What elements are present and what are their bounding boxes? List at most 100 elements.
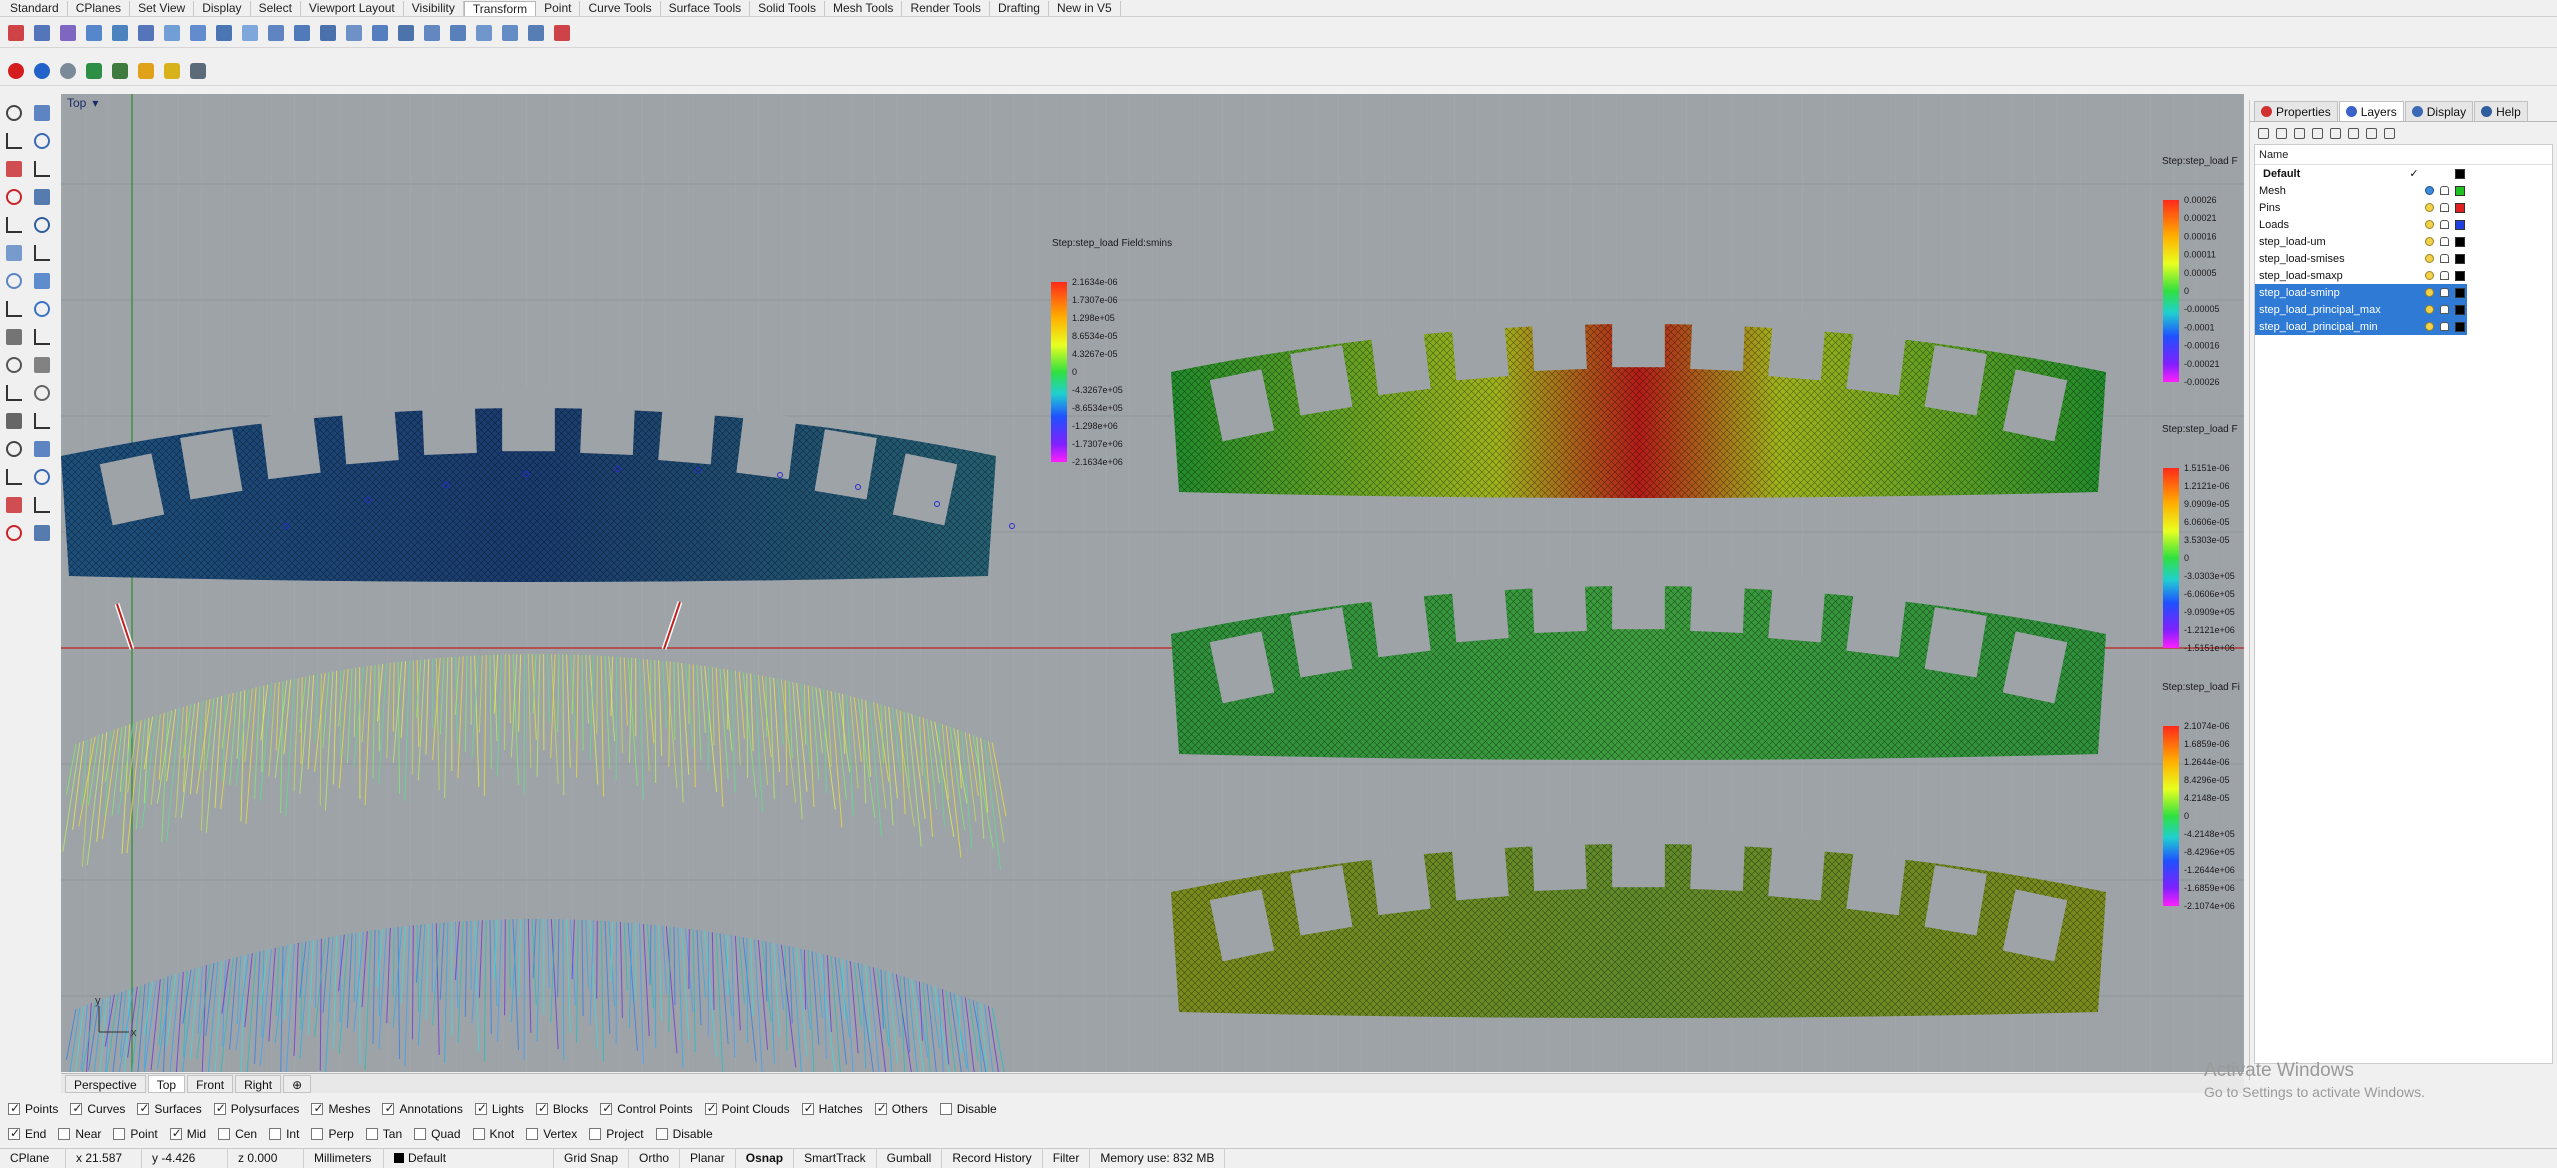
filters-row2-vertex[interactable]: Vertex bbox=[526, 1127, 577, 1141]
checkbox[interactable] bbox=[8, 1128, 20, 1140]
checkbox[interactable] bbox=[600, 1103, 612, 1115]
polygon-icon[interactable] bbox=[2, 213, 26, 237]
lock-icon[interactable] bbox=[2440, 254, 2449, 263]
layer-name[interactable]: step_load-sminp bbox=[2259, 287, 2403, 299]
tab-set-view[interactable]: Set View bbox=[130, 1, 194, 16]
layer-color-swatch[interactable] bbox=[2455, 220, 2465, 230]
tab-drafting[interactable]: Drafting bbox=[990, 1, 1049, 16]
checkbox[interactable] bbox=[218, 1128, 230, 1140]
filters-row1-blocks[interactable]: Blocks bbox=[536, 1102, 588, 1116]
filter-toggle[interactable]: Filter bbox=[1043, 1149, 1091, 1168]
checkbox[interactable] bbox=[311, 1103, 323, 1115]
cylinder-icon[interactable] bbox=[2, 297, 26, 321]
splop-icon[interactable] bbox=[420, 21, 444, 45]
array-polar-icon[interactable] bbox=[212, 21, 236, 45]
cage-icon[interactable] bbox=[472, 21, 496, 45]
layer-row[interactable]: step_load_principal_max bbox=[2255, 301, 2467, 318]
filters-row2-cen[interactable]: Cen bbox=[218, 1127, 257, 1141]
move-icon[interactable] bbox=[4, 21, 28, 45]
tab-visibility[interactable]: Visibility bbox=[404, 1, 464, 16]
viewport-scene[interactable]: Step:step_load Field:smins2.1634e-061.73… bbox=[61, 94, 2244, 1072]
viewport-menu-caret[interactable]: ▾ bbox=[92, 96, 98, 110]
select-arrow-icon[interactable] bbox=[2, 101, 26, 125]
checkbox[interactable] bbox=[940, 1103, 952, 1115]
filter-icon[interactable] bbox=[2344, 124, 2362, 142]
checkbox[interactable] bbox=[536, 1103, 548, 1115]
layer-color-swatch[interactable] bbox=[2455, 169, 2465, 179]
dimension-icon[interactable] bbox=[2, 353, 26, 377]
sun-icon[interactable] bbox=[160, 59, 184, 83]
grid-array-icon[interactable] bbox=[2, 493, 26, 517]
layer-row[interactable]: step_load-smaxp bbox=[2255, 267, 2467, 284]
visibility-bulb-icon[interactable] bbox=[2425, 237, 2434, 246]
filters-row2-perp[interactable]: Perp bbox=[311, 1127, 353, 1141]
ellipse-icon[interactable] bbox=[2, 185, 26, 209]
filters-row2-end[interactable]: End bbox=[8, 1127, 46, 1141]
scale-1d-icon[interactable] bbox=[108, 21, 132, 45]
checkbox[interactable] bbox=[526, 1128, 538, 1140]
visibility-bulb-icon[interactable] bbox=[2425, 305, 2434, 314]
layer-name[interactable]: step_load-um bbox=[2259, 236, 2403, 248]
layer-color-swatch[interactable] bbox=[2455, 254, 2465, 264]
gumball-toggle[interactable]: Gumball bbox=[877, 1149, 943, 1168]
panel-tab-properties[interactable]: Properties bbox=[2254, 101, 2338, 121]
checkbox[interactable] bbox=[382, 1103, 394, 1115]
visibility-bulb-icon[interactable] bbox=[2425, 271, 2434, 280]
circle-icon[interactable] bbox=[2, 157, 26, 181]
up-icon[interactable] bbox=[2308, 124, 2326, 142]
scale-icon[interactable] bbox=[82, 21, 106, 45]
checkbox[interactable] bbox=[875, 1103, 887, 1115]
lock-icon[interactable] bbox=[2440, 271, 2449, 280]
render-sphere-icon[interactable] bbox=[4, 59, 28, 83]
layer-name[interactable]: Mesh bbox=[2259, 185, 2403, 197]
freeform-icon[interactable] bbox=[30, 213, 54, 237]
filters-row1-curves[interactable]: Curves bbox=[70, 1102, 125, 1116]
curve-icon[interactable] bbox=[30, 129, 54, 153]
filters-row2-quad[interactable]: Quad bbox=[414, 1127, 460, 1141]
viewport-title-label[interactable]: Top bbox=[67, 96, 86, 110]
visibility-bulb-icon[interactable] bbox=[2425, 288, 2434, 297]
orient-icon[interactable] bbox=[238, 21, 262, 45]
explode-icon[interactable] bbox=[2, 437, 26, 461]
down-icon[interactable] bbox=[2326, 124, 2344, 142]
layer-name[interactable]: Pins bbox=[2259, 202, 2403, 214]
filters-row2-disable[interactable]: Disable bbox=[656, 1127, 713, 1141]
visibility-bulb-icon[interactable] bbox=[2425, 322, 2434, 331]
viewport-tab-perspective[interactable]: Perspective bbox=[65, 1075, 146, 1093]
check-mark-icon[interactable] bbox=[30, 493, 54, 517]
layer-color-swatch[interactable] bbox=[2455, 203, 2465, 213]
checkbox[interactable] bbox=[269, 1128, 281, 1140]
filters-row2-point[interactable]: Point bbox=[113, 1127, 157, 1141]
checkbox[interactable] bbox=[70, 1103, 82, 1115]
current-layer[interactable]: Default bbox=[384, 1149, 554, 1168]
tab-select[interactable]: Select bbox=[251, 1, 301, 16]
layer-row[interactable]: step_load-smises bbox=[2255, 250, 2467, 267]
filters-row1-polysurfaces[interactable]: Polysurfaces bbox=[214, 1102, 300, 1116]
layer-row[interactable]: Mesh bbox=[2255, 182, 2467, 199]
layer-name[interactable]: step_load_principal_min bbox=[2259, 321, 2403, 333]
checkbox[interactable] bbox=[113, 1128, 125, 1140]
filters-row1-meshes[interactable]: Meshes bbox=[311, 1102, 370, 1116]
checkbox[interactable] bbox=[170, 1128, 182, 1140]
join-icon[interactable] bbox=[30, 409, 54, 433]
filters-row1-disable[interactable]: Disable bbox=[940, 1102, 997, 1116]
checkbox[interactable] bbox=[473, 1128, 485, 1140]
viewport-tab-top[interactable]: Top bbox=[148, 1075, 185, 1093]
checkbox[interactable] bbox=[589, 1128, 601, 1140]
tab-standard[interactable]: Standard bbox=[2, 1, 68, 16]
lock-icon[interactable] bbox=[2440, 186, 2449, 195]
planar-toggle[interactable]: Planar bbox=[680, 1149, 736, 1168]
tab-cplanes[interactable]: CPlanes bbox=[68, 1, 130, 16]
trim-icon[interactable] bbox=[30, 381, 54, 405]
layer-column-name[interactable]: Name bbox=[2255, 145, 2552, 165]
visibility-bulb-icon[interactable] bbox=[2425, 186, 2434, 195]
layer-row[interactable]: step_load-sminp bbox=[2255, 284, 2467, 301]
lock-icon[interactable] bbox=[2440, 237, 2449, 246]
tab-display[interactable]: Display bbox=[194, 1, 250, 16]
tab-point[interactable]: Point bbox=[536, 1, 580, 16]
filters-row2-project[interactable]: Project bbox=[589, 1127, 643, 1141]
filters-row1-lights[interactable]: Lights bbox=[475, 1102, 524, 1116]
lock-icon[interactable] bbox=[2440, 220, 2449, 229]
tab-new-in-v5[interactable]: New in V5 bbox=[1049, 1, 1121, 16]
visibility-bulb-icon[interactable] bbox=[2425, 254, 2434, 263]
